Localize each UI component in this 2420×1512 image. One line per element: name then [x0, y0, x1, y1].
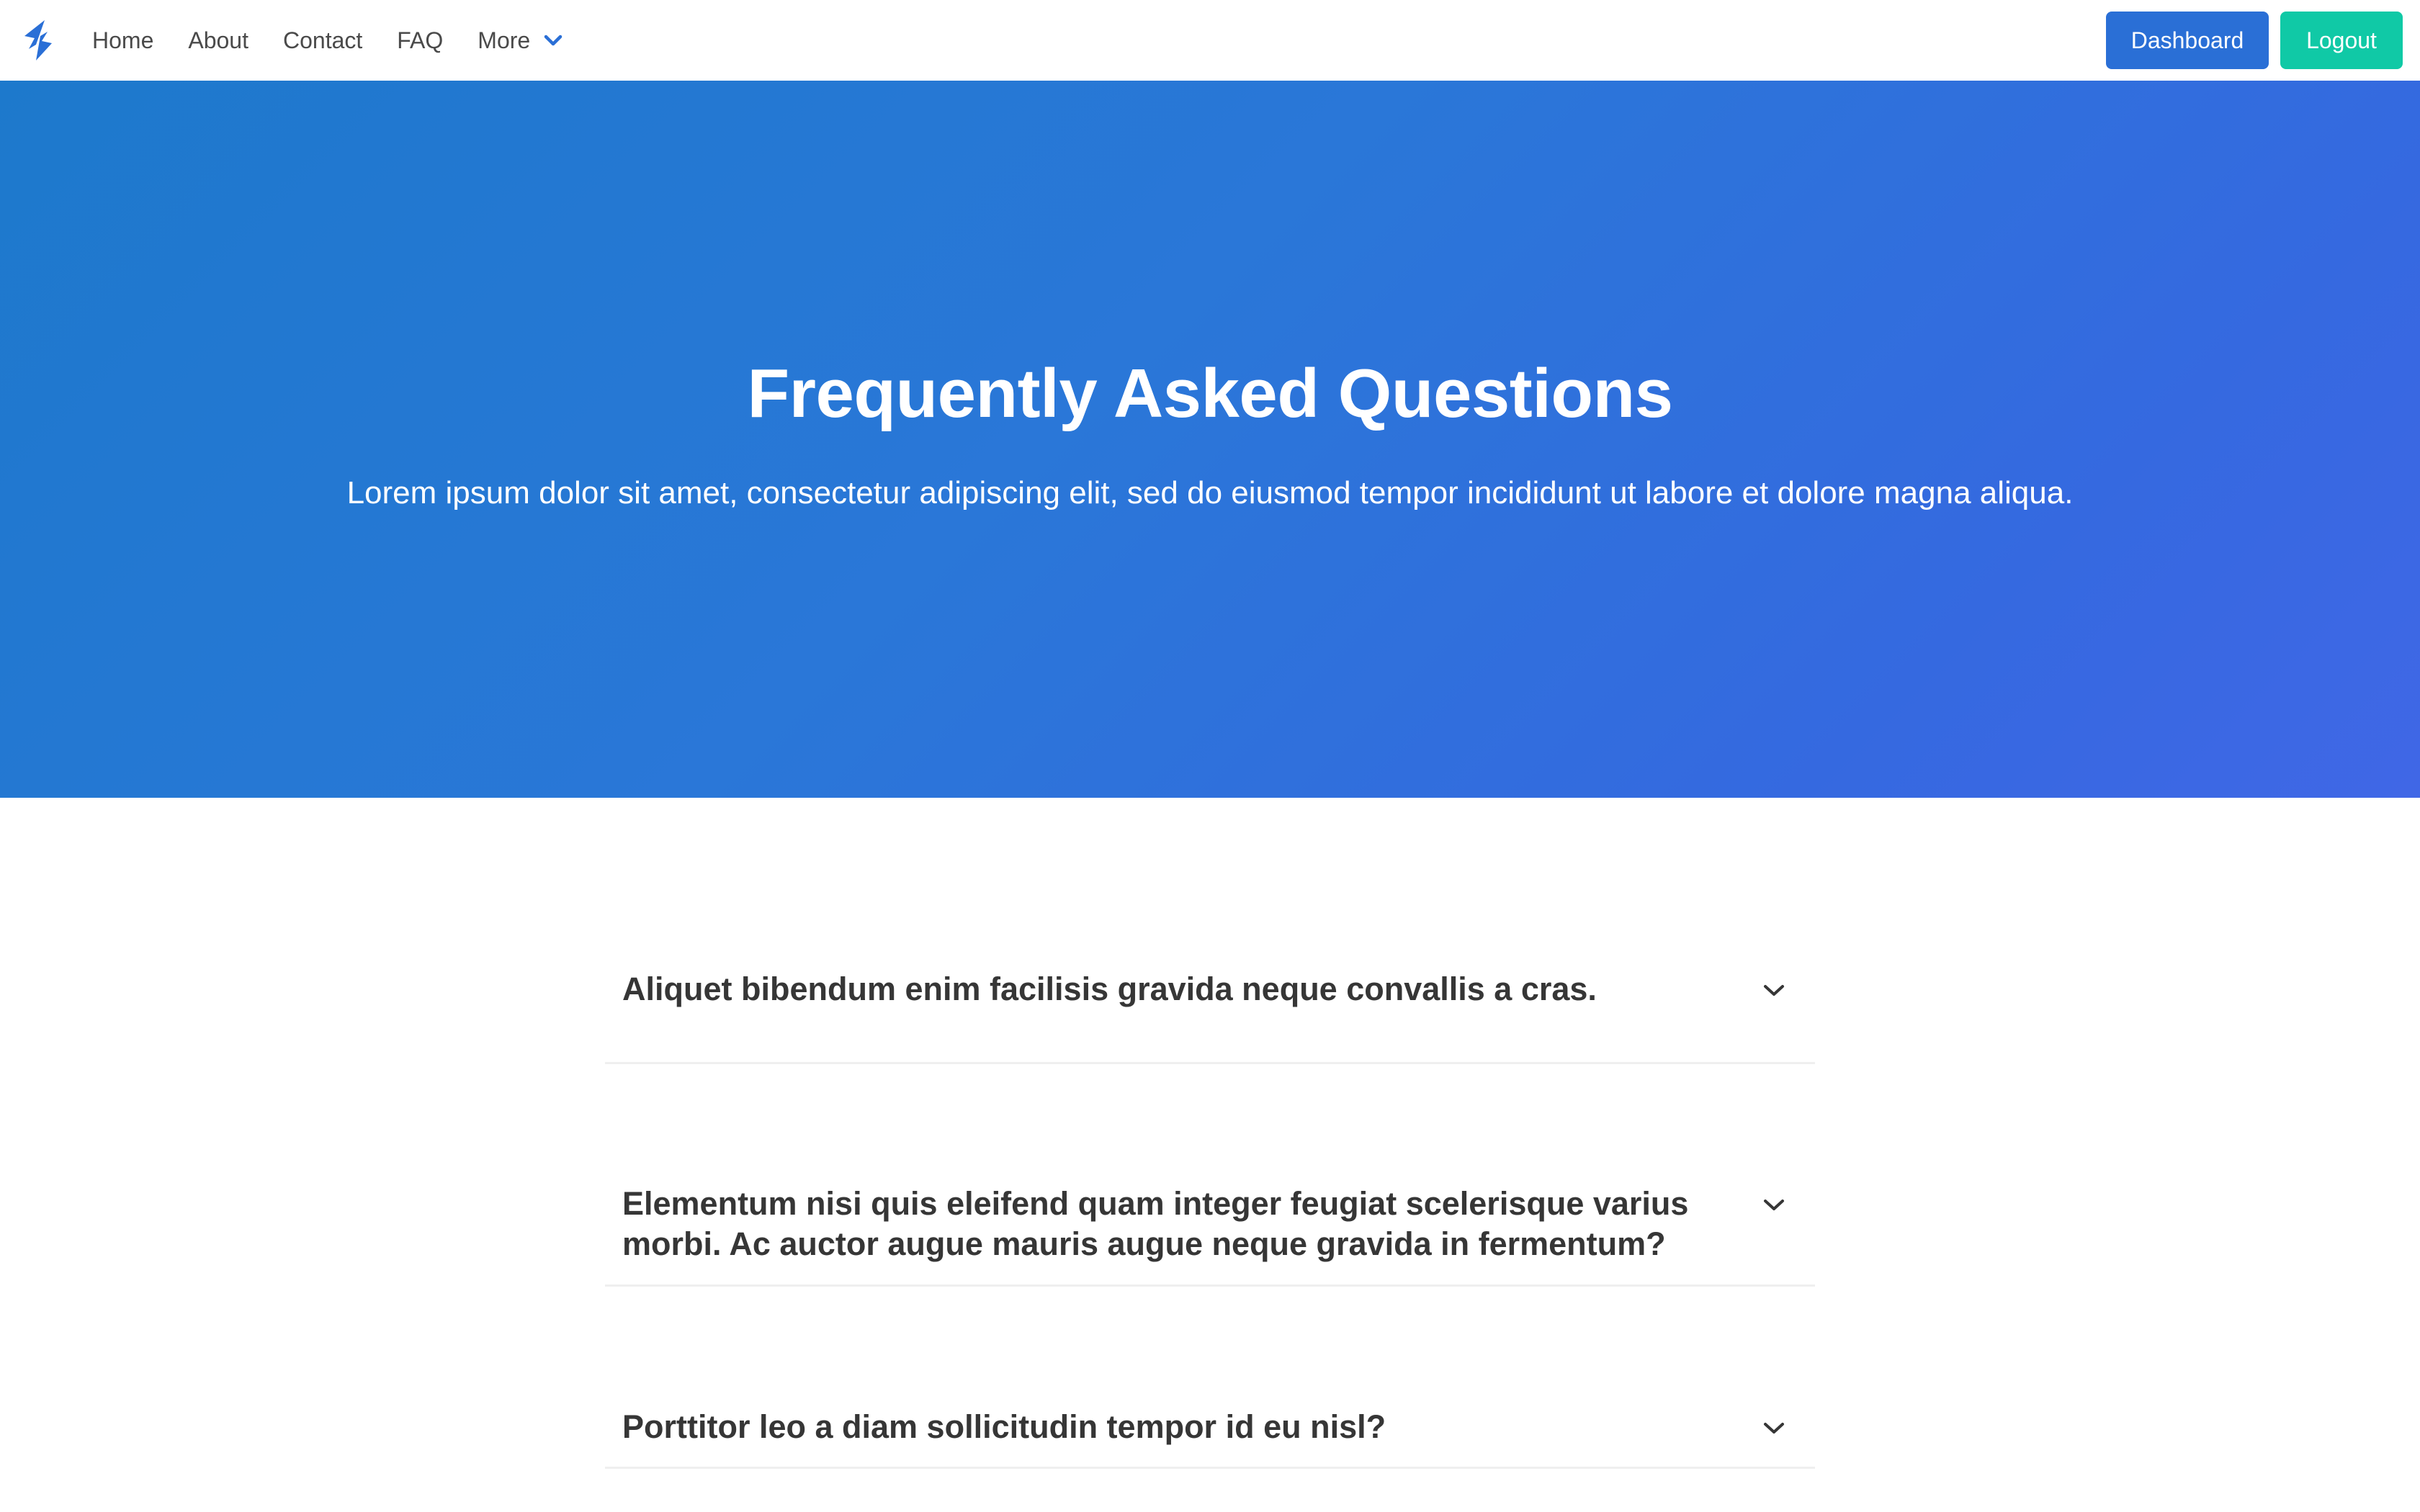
lightning-bolt-icon [24, 20, 52, 60]
logout-button[interactable]: Logout [2280, 12, 2403, 69]
faq-question: Elementum nisi quis eleifend quam intege… [622, 1185, 1689, 1262]
nav-link-faq[interactable]: FAQ [397, 27, 443, 54]
nav-link-contact[interactable]: Contact [283, 27, 362, 54]
chevron-down-icon[interactable] [1762, 982, 1786, 998]
brand-logo-link[interactable] [20, 19, 55, 62]
faq-item[interactable]: Porttitor leo a diam sollicitudin tempor… [605, 1287, 1815, 1469]
faq-item[interactable]: Aliquet bibendum enim facilisis gravida … [605, 927, 1815, 1064]
faq-question: Porttitor leo a diam sollicitudin tempor… [622, 1408, 1386, 1445]
chevron-down-icon [544, 35, 563, 46]
hero-banner: Frequently Asked Questions Lorem ipsum d… [0, 81, 2420, 798]
nav-menu: Home About Contact FAQ More [92, 0, 598, 81]
page-subtitle: Lorem ipsum dolor sit amet, consectetur … [346, 475, 2074, 510]
faq-item[interactable]: Elementum nisi quis eleifend quam intege… [605, 1064, 1815, 1287]
chevron-down-icon[interactable] [1762, 1197, 1786, 1212]
dashboard-button[interactable]: Dashboard [2106, 12, 2269, 69]
nav-link-home[interactable]: Home [92, 27, 153, 54]
nav-actions: Dashboard Logout [2106, 12, 2403, 69]
top-navbar: Home About Contact FAQ More Dashboard Lo… [0, 0, 2420, 81]
faq-question: Aliquet bibendum enim facilisis gravida … [622, 971, 1597, 1007]
chevron-down-icon[interactable] [1762, 1420, 1786, 1436]
faq-list: Aliquet bibendum enim facilisis gravida … [605, 927, 1815, 1469]
page-title: Frequently Asked Questions [747, 355, 1673, 432]
nav-link-about[interactable]: About [188, 27, 248, 54]
nav-dropdown-more-label: More [478, 27, 531, 53]
nav-dropdown-more[interactable]: More [478, 27, 563, 54]
